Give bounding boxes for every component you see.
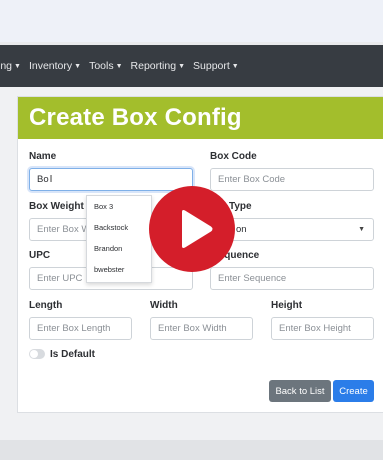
nav-label: Inventory [28,60,73,72]
box-type-value: on [236,224,247,235]
bottom-bar [0,440,383,460]
video-play-button[interactable] [149,186,235,272]
box-weight-placeholder: Enter Box W [37,224,91,235]
name-label: Name [29,151,57,162]
upc-label: UPC [29,250,51,261]
top-navigation: ing▼ Inventory▼ Tools▼ Reporting▼ Suppor… [0,45,383,87]
height-placeholder: Enter Box Height [279,323,351,334]
name-autocomplete-dropdown: Box 3 Backstock Brandon bwebster [86,195,152,283]
autocomplete-item[interactable]: Box 3 [87,196,151,217]
caret-down-icon: ▼ [178,62,186,70]
name-value: Bo [37,174,49,185]
upc-placeholder: Enter UPC [37,273,83,284]
is-default-label: Is Default [50,349,96,360]
box-code-placeholder: Enter Box Code [218,174,286,185]
nav-item-inventory[interactable]: Inventory ▼ [29,60,81,72]
sequence-placeholder: Enter Sequence [218,273,287,284]
autocomplete-item[interactable]: bwebster [87,259,151,280]
box-code-field[interactable]: Enter Box Code [210,168,374,191]
box-weight-label: Box Weight [29,201,84,212]
back-to-list-button[interactable]: Back to List [269,380,331,402]
width-label: Width [150,300,178,311]
width-field[interactable]: Enter Box Width [150,317,253,340]
height-field[interactable]: Enter Box Height [271,317,374,340]
browser-top-bar [0,0,383,42]
caret-down-icon: ▼ [74,62,82,70]
nav-item-tools[interactable]: Tools ▼ [89,60,122,72]
box-type-label: Type [229,201,252,212]
caret-down-icon: ▼ [231,62,239,70]
box-code-label: Box Code [210,151,257,162]
nav-label: Tools [89,60,114,72]
name-field[interactable]: Bo I [29,168,193,191]
caret-down-icon: ▼ [14,62,21,70]
play-icon [182,210,213,248]
nav-label: ing [0,60,13,72]
nav-item-reporting[interactable]: Reporting ▼ [131,60,185,72]
nav-item-support[interactable]: Support ▼ [193,60,239,72]
autocomplete-item[interactable]: Backstock [87,217,151,238]
length-placeholder: Enter Box Length [37,323,111,334]
nav-label: Support [193,60,230,72]
width-placeholder: Enter Box Width [158,323,227,334]
page-title: Create Box Config [29,104,242,131]
autocomplete-item[interactable]: Brandon [87,238,151,259]
chevron-down-icon: ▼ [358,226,365,233]
caret-down-icon: ▼ [115,62,123,70]
sequence-field[interactable]: Enter Sequence [210,267,374,290]
height-label: Height [271,300,303,311]
nav-item-partial[interactable]: ing▼ [0,60,21,72]
text-cursor-icon: I [49,174,53,185]
is-default-toggle[interactable] [29,349,45,359]
nav-label: Reporting [130,60,177,72]
card-header: Create Box Config [18,97,383,139]
length-label: Length [29,300,63,311]
length-field[interactable]: Enter Box Length [29,317,132,340]
create-button[interactable]: Create [333,380,374,402]
